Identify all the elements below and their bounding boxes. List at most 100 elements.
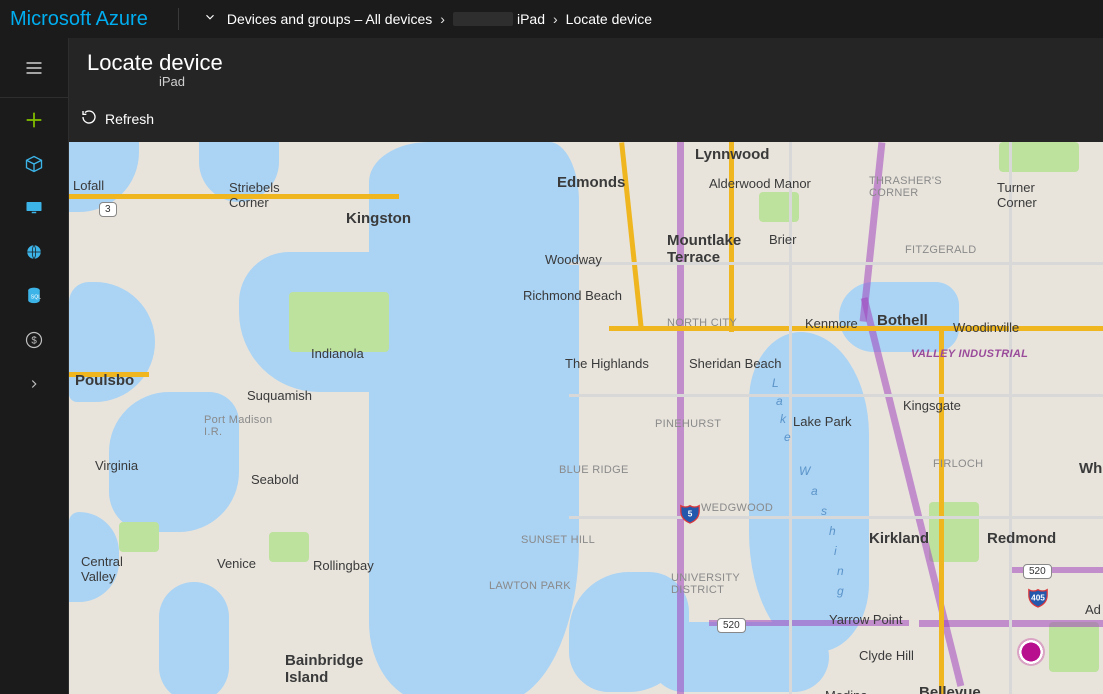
map-label: WEDGWOOD: [701, 502, 773, 514]
road: [569, 394, 1103, 397]
map-label: n: [837, 564, 846, 578]
road: [789, 142, 792, 694]
road-highway: [619, 142, 644, 329]
map-label: Alderwood Manor: [709, 176, 811, 191]
park: [119, 522, 159, 552]
map-label: h: [829, 524, 838, 538]
separator: [178, 8, 179, 30]
map-label: Bellevue: [919, 684, 981, 694]
park: [269, 532, 309, 562]
map-label: Kingston: [346, 210, 411, 227]
road-highway: [939, 328, 944, 694]
road: [1009, 142, 1012, 694]
map-label: Ad: [1085, 602, 1101, 617]
water: [159, 582, 229, 694]
interstate-shield: 405: [1027, 586, 1049, 613]
route-shield: 520: [1023, 564, 1052, 579]
map-label: Woodway: [545, 252, 602, 267]
hamburger-menu[interactable]: [0, 38, 69, 98]
road: [569, 262, 1103, 265]
map-label: Port MadisonI.R.: [204, 414, 272, 438]
breadcrumb-leaf[interactable]: Locate device: [566, 11, 652, 27]
toolbar: Refresh: [69, 97, 1103, 142]
map-canvas[interactable]: LofallStriebels CornerKingstonEdmondsLyn…: [69, 142, 1103, 694]
map-label: NORTH CITY: [667, 317, 737, 329]
map-label: The Highlands: [565, 356, 649, 371]
map-label: THRASHER'SCORNER: [869, 175, 942, 199]
road: [569, 516, 1103, 519]
map-label: g: [837, 584, 846, 598]
chevron-down-icon[interactable]: [203, 10, 217, 29]
map-label: Seabold: [251, 472, 299, 487]
map-label: Yarrow Point: [829, 612, 902, 627]
map-label: BLUE RIDGE: [559, 464, 629, 476]
globe-icon[interactable]: [0, 230, 69, 274]
map-label: SUNSET HILL: [521, 534, 595, 546]
refresh-button[interactable]: Refresh: [75, 105, 160, 132]
map-label: Edmonds: [557, 174, 625, 191]
collapse-icon[interactable]: [0, 362, 69, 406]
monitor-icon[interactable]: [0, 186, 69, 230]
add-button[interactable]: [0, 98, 69, 142]
park: [759, 192, 799, 222]
map-label: BainbridgeIsland: [285, 652, 363, 686]
device-location-pin[interactable]: [1019, 640, 1043, 664]
map-label: e: [784, 430, 793, 444]
route-shield: 3: [99, 202, 117, 217]
map-label: Venice: [217, 556, 256, 571]
breadcrumb-sep: ›: [553, 11, 558, 27]
water: [749, 332, 869, 652]
map-label: Striebels Corner: [229, 180, 280, 210]
map-label: Redmond: [987, 530, 1056, 547]
map-label: i: [834, 544, 839, 558]
map-label: Poulsbo: [75, 372, 134, 389]
map-label: Brier: [769, 232, 796, 247]
map-label: UNIVERSITYDISTRICT: [671, 572, 740, 596]
map-label: Virginia: [95, 458, 138, 473]
refresh-icon: [81, 109, 97, 128]
interstate-shield: 5: [679, 502, 701, 529]
breadcrumb-root[interactable]: Devices and groups – All devices: [227, 11, 432, 27]
svg-text:5: 5: [688, 510, 693, 519]
map-label: Kenmore: [805, 316, 858, 331]
database-icon[interactable]: SQL: [0, 274, 69, 318]
route-shield: 520: [717, 618, 746, 633]
map-label: LAWTON PARK: [489, 580, 571, 592]
map-label: Bothell: [877, 312, 928, 329]
breadcrumb-device[interactable]: iPad: [517, 11, 545, 27]
map-label: W: [799, 464, 812, 478]
top-bar: Microsoft Azure Devices and groups – All…: [0, 0, 1103, 38]
map-label: s: [821, 504, 829, 518]
map-label: a: [811, 484, 820, 498]
map-label: Medina: [825, 688, 868, 694]
map-label: Wh: [1079, 460, 1102, 477]
breadcrumb: Devices and groups – All devices › iPad …: [227, 11, 652, 27]
park: [929, 502, 979, 562]
map-label: k: [780, 412, 788, 426]
svg-text:$: $: [31, 335, 37, 346]
map-label: a: [776, 394, 785, 408]
map-label: Indianola: [311, 346, 364, 361]
map-label: CentralValley: [81, 554, 123, 584]
dollar-icon[interactable]: $: [0, 318, 69, 362]
refresh-label: Refresh: [105, 111, 154, 127]
shell: SQL $ Locate device iPad Refresh: [0, 38, 1103, 694]
map-label: PINEHURST: [655, 418, 721, 430]
map-label: TurnerCorner: [997, 180, 1037, 210]
map-label: MountlakeTerrace: [667, 232, 741, 266]
map-label: Suquamish: [247, 388, 312, 403]
map-label: Richmond Beach: [523, 288, 622, 303]
breadcrumb-redacted: [453, 12, 513, 26]
breadcrumb-sep: ›: [440, 11, 445, 27]
brand-logo[interactable]: Microsoft Azure: [10, 8, 148, 31]
svg-text:SQL: SQL: [31, 295, 41, 301]
sidebar: SQL $: [0, 38, 69, 694]
blade: Locate device iPad Refresh: [69, 38, 1103, 694]
blade-title: Locate device: [87, 50, 1085, 76]
cube-icon[interactable]: [0, 142, 69, 186]
map-label: Kingsgate: [903, 398, 961, 413]
map-label: VALLEY INDUSTRIAL: [911, 348, 1028, 360]
map-label: Rollingbay: [313, 558, 374, 573]
blade-header: Locate device iPad: [69, 38, 1103, 97]
map-label: Lofall: [73, 178, 104, 193]
